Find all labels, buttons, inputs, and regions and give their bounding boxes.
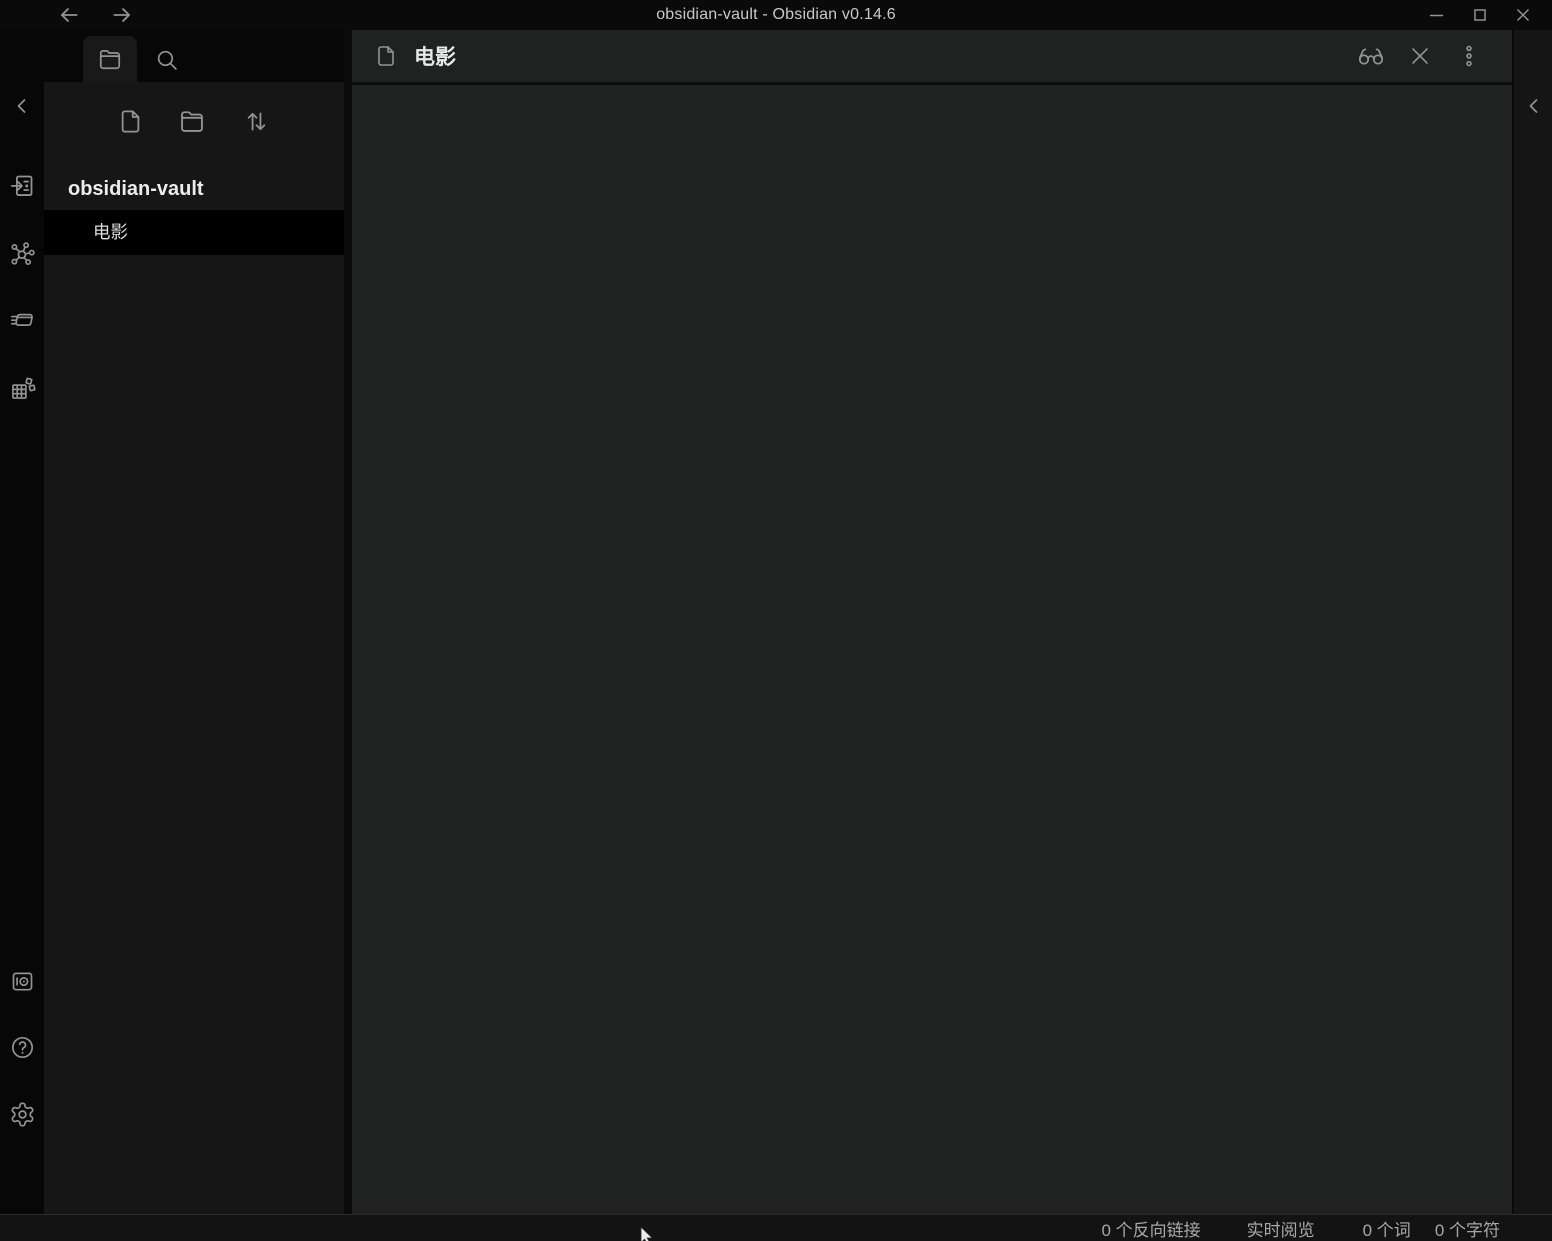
glasses-icon bbox=[1357, 42, 1385, 70]
flashcard-icon bbox=[9, 307, 36, 334]
right-sidebar-strip bbox=[1512, 30, 1552, 1214]
close-icon bbox=[1407, 43, 1433, 69]
minimize-icon bbox=[1426, 4, 1448, 26]
help-icon bbox=[9, 1034, 36, 1061]
file-item-selected[interactable]: 电影 bbox=[44, 210, 344, 255]
collapse-left-sidebar-button[interactable] bbox=[4, 88, 40, 124]
editor-tab-title: 电影 bbox=[414, 41, 456, 71]
folder-icon bbox=[97, 46, 123, 72]
left-ribbon bbox=[0, 30, 44, 1214]
flashcards-button[interactable] bbox=[4, 302, 40, 338]
sort-order-button[interactable] bbox=[234, 99, 278, 143]
vault-title[interactable]: obsidian-vault bbox=[44, 170, 344, 208]
maximize-button[interactable] bbox=[1458, 0, 1501, 30]
new-note-icon bbox=[117, 108, 144, 135]
sidebar-tabstrip bbox=[0, 30, 345, 82]
new-note-button[interactable] bbox=[108, 99, 152, 143]
random-blocks-button[interactable] bbox=[4, 370, 40, 406]
open-another-vault-button[interactable] bbox=[4, 963, 40, 999]
gear-icon bbox=[9, 1101, 36, 1128]
note-file-icon bbox=[374, 44, 398, 68]
arrow-into-note-icon bbox=[9, 172, 36, 199]
vault-icon bbox=[9, 968, 36, 995]
editor-tab-header: 电影 bbox=[352, 30, 1512, 85]
new-folder-icon bbox=[178, 107, 206, 135]
tab-search[interactable] bbox=[146, 38, 186, 80]
close-tab-button[interactable] bbox=[1403, 39, 1437, 73]
graph-view-icon bbox=[9, 240, 36, 267]
expand-right-sidebar-button[interactable] bbox=[1516, 86, 1552, 126]
settings-button[interactable] bbox=[4, 1096, 40, 1132]
tab-file-explorer[interactable] bbox=[83, 36, 137, 82]
chevron-left-icon bbox=[1522, 94, 1546, 118]
sidebar-resize-handle[interactable] bbox=[344, 30, 352, 1214]
reading-view-button[interactable] bbox=[1354, 39, 1388, 73]
backlinks-status[interactable]: 0 个反向链接 bbox=[1101, 1216, 1200, 1241]
editor-content[interactable] bbox=[352, 88, 1512, 1214]
statusbar: 0 个反向链接 实时阅览 0 个词 0 个字符 bbox=[0, 1214, 1552, 1241]
sort-order-icon bbox=[243, 108, 270, 135]
window-controls bbox=[1415, 0, 1544, 30]
window-title: obsidian-vault - Obsidian v0.14.6 bbox=[0, 0, 1552, 30]
maximize-icon bbox=[1469, 4, 1491, 26]
explorer-actions bbox=[44, 99, 344, 143]
file-explorer-panel: obsidian-vault 电影 bbox=[44, 82, 344, 1214]
graph-view-button[interactable] bbox=[4, 235, 40, 271]
more-options-button[interactable] bbox=[1452, 39, 1486, 73]
word-count-status: 0 个词 bbox=[1363, 1216, 1411, 1241]
close-icon bbox=[1512, 4, 1534, 26]
editor-pane: 电影 bbox=[352, 30, 1512, 1214]
minimize-button[interactable] bbox=[1415, 0, 1458, 30]
titlebar: obsidian-vault - Obsidian v0.14.6 bbox=[0, 0, 1552, 30]
search-icon bbox=[154, 47, 179, 72]
quick-switcher-button[interactable] bbox=[4, 167, 40, 203]
kebab-menu-icon bbox=[1456, 43, 1482, 69]
new-folder-button[interactable] bbox=[170, 99, 214, 143]
char-count-status: 0 个字符 bbox=[1435, 1216, 1500, 1241]
blocks-dice-icon bbox=[9, 375, 36, 402]
close-window-button[interactable] bbox=[1501, 0, 1544, 30]
edit-mode-status[interactable]: 实时阅览 bbox=[1247, 1216, 1315, 1241]
app-body: obsidian-vault 电影 电影 bbox=[0, 30, 1552, 1214]
chevron-left-icon bbox=[10, 94, 34, 118]
help-button[interactable] bbox=[4, 1029, 40, 1065]
